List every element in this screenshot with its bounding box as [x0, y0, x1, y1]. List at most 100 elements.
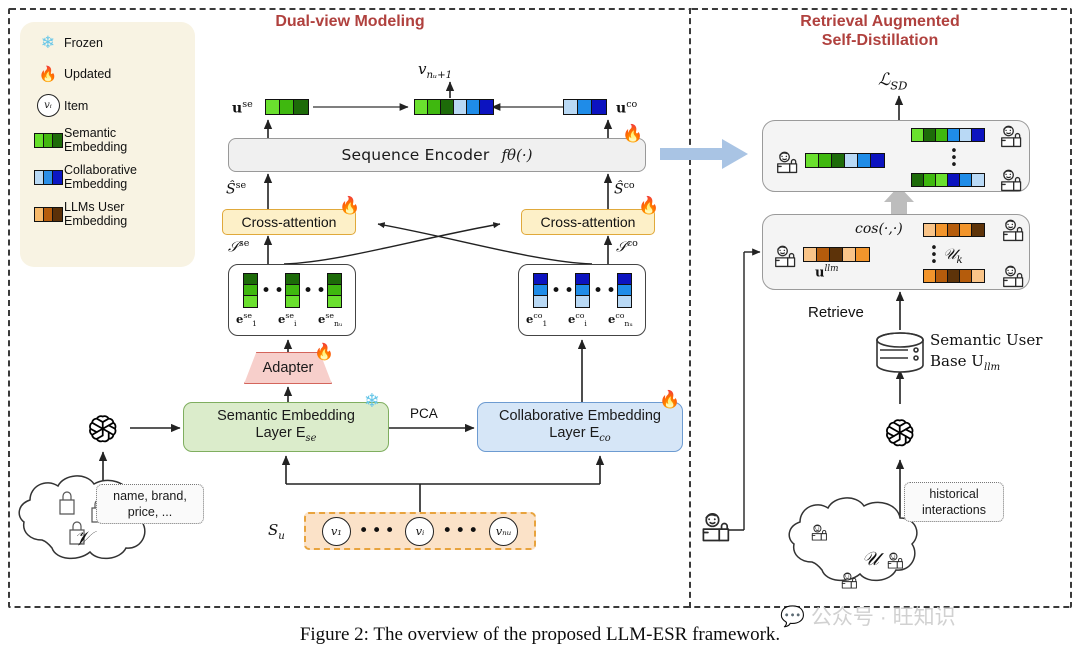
flame-icon-adapter: 🔥	[314, 342, 334, 361]
collaborative-embedding-layer-box[interactable]: Collaborative Embedding Layer Eco	[477, 402, 683, 452]
uk-symbol: 𝒰	[943, 245, 957, 263]
ellipsis-uk-vertical: • • •	[930, 241, 938, 270]
u-se-label: use	[232, 99, 253, 117]
semantic-layer-text: Semantic Embedding Layer Ese	[217, 408, 355, 447]
emb-co-n-label: econᵤ	[608, 311, 633, 328]
semantic-embedding-layer-box[interactable]: Semantic Embedding Layer Ese	[183, 402, 389, 452]
semantic-layer-line2: Layer Ese	[217, 425, 355, 447]
emb-co-i-label: ecoi	[568, 311, 587, 328]
legend-label-updated: Updated	[64, 67, 112, 81]
flame-icon-encoder: 🔥	[622, 124, 644, 144]
shopper-person-icon-cloud-2	[886, 552, 906, 570]
u-llm-label: ullm	[815, 264, 838, 280]
emb-co-n-sub: nᵤ	[624, 319, 633, 329]
semantic-user-base-line1: Semantic User	[930, 331, 1043, 349]
collab-embedding-col-1	[533, 273, 548, 308]
collab-layer-line2: Layer Eco	[499, 425, 661, 447]
u-se-sup: se	[242, 99, 253, 110]
pca-label: PCA	[410, 406, 438, 421]
sequence-encoder-box[interactable]: Sequence Encoder fθ(·)	[228, 138, 646, 172]
right-panel-frame	[690, 8, 1072, 608]
semantic-embedding-col-i	[285, 273, 300, 308]
u-se-vector	[265, 99, 309, 115]
legend-label-frozen: Frozen	[64, 36, 103, 50]
collab-layer-line1: Collaborative Embedding	[498, 407, 661, 424]
legend-label-llm-l2: Embedding	[64, 214, 128, 228]
semantic-embedding-set-box: ••• ••• ese1 esei esenᵤ	[228, 264, 356, 336]
s-se-symbol: 𝒮	[228, 239, 239, 256]
item-circle-icon: vᵢ	[32, 94, 64, 117]
s-hat-se-sup: se	[235, 180, 247, 191]
shopper-person-icon-dist-top	[999, 125, 1025, 149]
sequence-encoder-label: Sequence Encoder	[341, 146, 490, 164]
cross-attention-right-box[interactable]: Cross-attention	[521, 209, 655, 235]
legend-label-collaborative: Collaborative Embedding	[64, 163, 137, 191]
attributes-line1: name, brand,	[113, 489, 187, 503]
emb-co-1-label: eco1	[526, 311, 547, 328]
item-node-n[interactable]: vₙᵤ	[489, 516, 519, 546]
cross-attention-left-box[interactable]: Cross-attention	[222, 209, 356, 235]
emb-se-n-sub: nᵤ	[333, 319, 343, 329]
collab-embedding-col-i	[575, 273, 590, 308]
fused-vector	[414, 99, 494, 115]
left-panel-title: Dual-view Modeling	[275, 13, 425, 30]
dist-neighbor-vector-bottom	[911, 173, 985, 187]
s-hat-co-sup: co	[623, 180, 635, 191]
collab-layer-sub: co	[599, 432, 611, 444]
uk-vector-top	[923, 223, 985, 237]
green-strip-icon	[32, 132, 64, 148]
emb-se-n-label: esenᵤ	[318, 311, 342, 328]
emb-se-i-label: esei	[278, 311, 296, 328]
shopper-person-icon-cos-left	[773, 245, 799, 269]
s-hat-se-label: Ŝse	[226, 180, 246, 198]
s-co-label: 𝒮co	[616, 238, 638, 256]
collab-embedding-col-n	[617, 273, 632, 308]
legend-item-collaborative: Collaborative Embedding	[32, 163, 187, 191]
right-panel-title: Retrieval Augmented Self-Distillation	[730, 12, 1030, 50]
emb-se-i-sup: se	[285, 311, 294, 320]
u-co-sup: co	[626, 99, 638, 110]
item-node-first[interactable]: v₁	[321, 516, 351, 546]
dist-user-vector	[805, 153, 885, 168]
uk-vector-bottom	[923, 269, 985, 283]
s-hat-co-label: Ŝco	[614, 180, 635, 198]
emb-co-i-sub: i	[584, 319, 587, 329]
collab-layer-line2-text: Layer E	[549, 424, 600, 441]
legend-item-semantic: Semantic Embedding	[32, 126, 187, 154]
legend-item-llm-user: LLMs User Embedding	[32, 200, 187, 228]
figure-caption: Figure 2: The overview of the proposed L…	[299, 624, 781, 645]
adapter-label: Adapter	[262, 360, 314, 376]
cross-attention-right-label: Cross-attention	[540, 214, 636, 230]
attributes-line2: price, ...	[127, 505, 173, 519]
shopper-person-icon-query-user	[700, 512, 734, 544]
item-node-i[interactable]: vᵢ	[405, 516, 435, 546]
panel-divider	[689, 8, 691, 608]
next-item-sub: nᵤ+1	[426, 70, 453, 81]
blue-strip-icon	[32, 169, 64, 185]
legend-label-llm-l1: LLMs User	[64, 200, 125, 214]
s-co-symbol: 𝒮	[616, 239, 627, 256]
uk-label: 𝒰k	[943, 245, 963, 266]
semantic-layer-sub: se	[305, 432, 317, 444]
item-attributes-box: name, brand, price, ...	[96, 484, 204, 524]
loss-sub: SD	[890, 78, 908, 93]
u-co-vector	[563, 99, 607, 115]
semantic-embedding-col-n	[327, 273, 342, 308]
legend-item-frozen: ❄ Frozen	[32, 32, 187, 54]
emb-se-1-sub: 1	[251, 319, 257, 329]
emb-se-i-sub: i	[293, 319, 297, 329]
dist-neighbor-vector-top	[911, 128, 985, 142]
retrieve-label: Retrieve	[808, 304, 864, 321]
legend-item-updated: 🔥 Updated	[32, 63, 187, 85]
loss-label: ℒSD	[878, 70, 907, 92]
item-circle-glyph: vᵢ	[36, 94, 60, 117]
shopper-person-icon-uk-bottom	[1001, 265, 1027, 289]
historical-line2: interactions	[922, 503, 986, 517]
emb-se-1-sup: se	[243, 311, 252, 320]
emb-se-n-sup: se	[325, 311, 334, 320]
semantic-user-base-sub: llm	[983, 362, 1001, 373]
ellipsis-seq-2: •••	[442, 520, 482, 541]
legend-label-llm-user: LLMs User Embedding	[64, 200, 127, 228]
cos-label: cos(·,·)	[855, 221, 903, 237]
cross-attention-left-label: Cross-attention	[241, 214, 337, 230]
